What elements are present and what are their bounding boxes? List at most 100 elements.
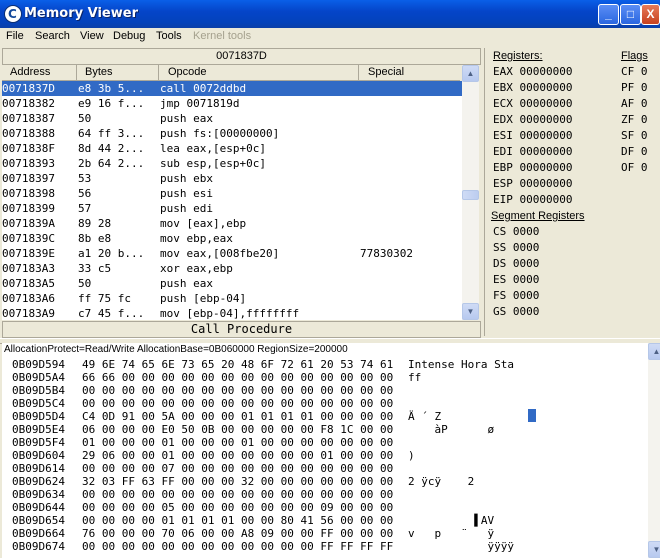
scroll-down-icon[interactable]: ▼: [648, 541, 660, 558]
disasm-row[interactable]: 0071837D e8 3b 5... call 0072ddbd: [2, 81, 462, 96]
disasm-row[interactable]: 00718397 53 push ebx: [2, 171, 462, 186]
flag-zf[interactable]: ZF 0: [621, 113, 648, 126]
hex-bytes[interactable]: 32 03 FF 63 FF 00 00 00 32 00 00 00 00 0…: [82, 475, 393, 488]
disasm-row[interactable]: 007183A3 33 c5 xor eax,ebp: [2, 261, 462, 276]
menu-view[interactable]: View: [80, 30, 104, 42]
row-opcode: mov ebp,eax: [160, 232, 233, 245]
flag-af[interactable]: AF 0: [621, 97, 648, 110]
row-opcode: push esi: [160, 187, 213, 200]
segment-es[interactable]: ES 0000: [493, 273, 539, 286]
register-esp[interactable]: ESP 00000000: [493, 177, 572, 190]
disasm-row[interactable]: 0071838F 8d 44 2... lea eax,[esp+0c]: [2, 141, 462, 156]
column-special[interactable]: Special: [368, 66, 404, 78]
segment-fs[interactable]: FS 0000: [493, 289, 539, 302]
scroll-up-icon[interactable]: ▲: [462, 65, 479, 82]
disasm-row[interactable]: 007183A6 ff 75 fc push [ebp-04]: [2, 291, 462, 306]
flag-of[interactable]: OF 0: [621, 161, 648, 174]
disasm-row[interactable]: 0071839E a1 20 b... mov eax,[008fbe20] 7783…: [2, 246, 462, 261]
register-ebx[interactable]: EBX 00000000: [493, 81, 572, 94]
disasm-row[interactable]: 007183A5 50 push eax: [2, 276, 462, 291]
flag-sf[interactable]: SF 0: [621, 129, 648, 142]
segment-ss[interactable]: SS 0000: [493, 241, 539, 254]
hex-bytes[interactable]: 00 00 00 00 00 00 00 00 00 00 00 00 00 0…: [82, 384, 393, 397]
minimize-button[interactable]: _: [598, 4, 619, 25]
disasm-row[interactable]: 00718393 2b 64 2... sub esp,[esp+0c]: [2, 156, 462, 171]
hex-ascii[interactable]: ▌AV: [408, 514, 494, 527]
row-bytes: 8d 44 2...: [78, 142, 145, 155]
disasm-row[interactable]: 007183A9 c7 45 f... mov [ebp-04],ffffffff: [2, 306, 462, 320]
column-opcode[interactable]: Opcode: [168, 66, 207, 78]
segment-cs[interactable]: CS 0000: [493, 225, 539, 238]
disasm-row[interactable]: 00718388 64 ff 3... push fs:[00000000]: [2, 126, 462, 141]
hex-bytes[interactable]: 00 00 00 00 07 00 00 00 00 00 00 00 00 0…: [82, 462, 393, 475]
hex-address: 0B09D644: [12, 501, 65, 514]
menu-kernel-tools[interactable]: Kernel tools: [193, 30, 251, 42]
hex-bytes[interactable]: 00 00 00 00 00 00 00 00 00 00 00 00 00 0…: [82, 397, 393, 410]
register-edi[interactable]: EDI 00000000: [493, 145, 572, 158]
hex-ascii[interactable]: Intense Hora Sta: [408, 358, 514, 371]
register-ecx[interactable]: ECX 00000000: [493, 97, 572, 110]
flag-pf[interactable]: PF 0: [621, 81, 648, 94]
column-bytes[interactable]: Bytes: [85, 66, 113, 78]
disasm-row[interactable]: 00718398 56 push esi: [2, 186, 462, 201]
hex-ascii[interactable]: 2 ÿcÿ 2: [408, 475, 474, 488]
scroll-down-icon[interactable]: ▼: [462, 303, 479, 320]
hex-bytes[interactable]: 00 00 00 00 00 00 00 00 00 00 00 00 FF F…: [82, 540, 393, 553]
flag-cf[interactable]: CF 0: [621, 65, 648, 78]
close-button[interactable]: X: [641, 4, 660, 25]
hex-bytes[interactable]: 00 00 00 00 05 00 00 00 00 00 00 00 09 0…: [82, 501, 393, 514]
row-opcode: mov eax,[008fbe20]: [160, 247, 280, 260]
menu-search[interactable]: Search: [35, 30, 70, 42]
row-address: 007183A5: [2, 277, 55, 290]
hex-scrollbar[interactable]: ▲ ▼: [648, 343, 660, 558]
hex-bytes[interactable]: 01 00 00 00 01 00 00 00 01 00 00 00 00 0…: [82, 436, 393, 449]
disasm-row[interactable]: 00718399 57 push edi: [2, 201, 462, 216]
register-ebp[interactable]: EBP 00000000: [493, 161, 572, 174]
register-esi[interactable]: ESI 00000000: [493, 129, 572, 142]
segment-ds[interactable]: DS 0000: [493, 257, 539, 270]
column-address[interactable]: Address: [10, 66, 50, 78]
hex-bytes[interactable]: 00 00 00 00 01 01 01 01 00 00 80 41 56 0…: [82, 514, 393, 527]
scroll-thumb[interactable]: [462, 190, 479, 200]
hex-ascii[interactable]: ): [408, 449, 415, 462]
menu-debug[interactable]: Debug: [113, 30, 145, 42]
window-title: Memory Viewer: [24, 6, 138, 21]
hex-bytes[interactable]: C4 0D 91 00 5A 00 00 00 01 01 01 01 00 0…: [82, 410, 393, 423]
hex-bytes[interactable]: 06 00 00 00 E0 50 0B 00 00 00 00 00 F8 1…: [82, 423, 393, 436]
menu-bar: File Search View Debug Tools Kernel tool…: [0, 28, 660, 47]
row-bytes: ff 75 fc: [78, 292, 131, 305]
hex-ascii[interactable]: ÿÿÿÿ: [408, 540, 514, 553]
disasm-row[interactable]: 00718387 50 push eax: [2, 111, 462, 126]
hex-address: 0B09D5E4: [12, 423, 65, 436]
hex-bytes[interactable]: 66 66 00 00 00 00 00 00 00 00 00 00 00 0…: [82, 371, 393, 384]
hex-ascii[interactable]: ff: [408, 371, 421, 384]
hex-bytes[interactable]: 29 06 00 00 01 00 00 00 00 00 00 00 01 0…: [82, 449, 393, 462]
row-opcode: jmp 0071819d: [160, 97, 240, 110]
register-edx[interactable]: EDX 00000000: [493, 113, 572, 126]
segment-gs[interactable]: GS 0000: [493, 305, 539, 318]
row-opcode: push edi: [160, 202, 213, 215]
maximize-button[interactable]: □: [620, 4, 641, 25]
hex-ascii[interactable]: Ä ´ Z: [408, 410, 441, 423]
disasm-row[interactable]: 0071839A 89 28 mov [eax],ebp: [2, 216, 462, 231]
register-eax[interactable]: EAX 00000000: [493, 65, 572, 78]
row-bytes: 50: [78, 112, 92, 125]
hex-view[interactable]: AllocationProtect=Read/Write AllocationB…: [2, 343, 648, 558]
hex-bytes[interactable]: 76 00 00 00 70 06 00 00 A8 09 00 00 FF 0…: [82, 527, 393, 540]
hex-bytes[interactable]: 00 00 00 00 00 00 00 00 00 00 00 00 00 0…: [82, 488, 393, 501]
hex-address: 0B09D5A4: [12, 371, 65, 384]
register-eip[interactable]: EIP 00000000: [493, 193, 572, 206]
disassembly-list[interactable]: 0071837D e8 3b 5... call 0072ddbd 00718382 e…: [2, 81, 462, 320]
title-bar[interactable]: C Memory Viewer _ □ X: [0, 0, 660, 28]
menu-file[interactable]: File: [6, 30, 24, 42]
disasm-row[interactable]: 00718382 e9 16 f... jmp 0071819d: [2, 96, 462, 111]
row-address: 00718388: [2, 127, 55, 140]
flag-df[interactable]: DF 0: [621, 145, 648, 158]
menu-tools[interactable]: Tools: [156, 30, 182, 42]
hex-ascii[interactable]: àP ø: [408, 423, 494, 436]
hex-ascii[interactable]: v p ¨ ÿ: [408, 527, 494, 540]
disasm-row[interactable]: 0071839C 8b e8 mov ebp,eax: [2, 231, 462, 246]
scroll-up-icon[interactable]: ▲: [648, 343, 660, 360]
hex-bytes[interactable]: 49 6E 74 65 6E 73 65 20 48 6F 72 61 20 5…: [82, 358, 393, 371]
disasm-scrollbar[interactable]: ▲ ▼: [462, 65, 479, 320]
